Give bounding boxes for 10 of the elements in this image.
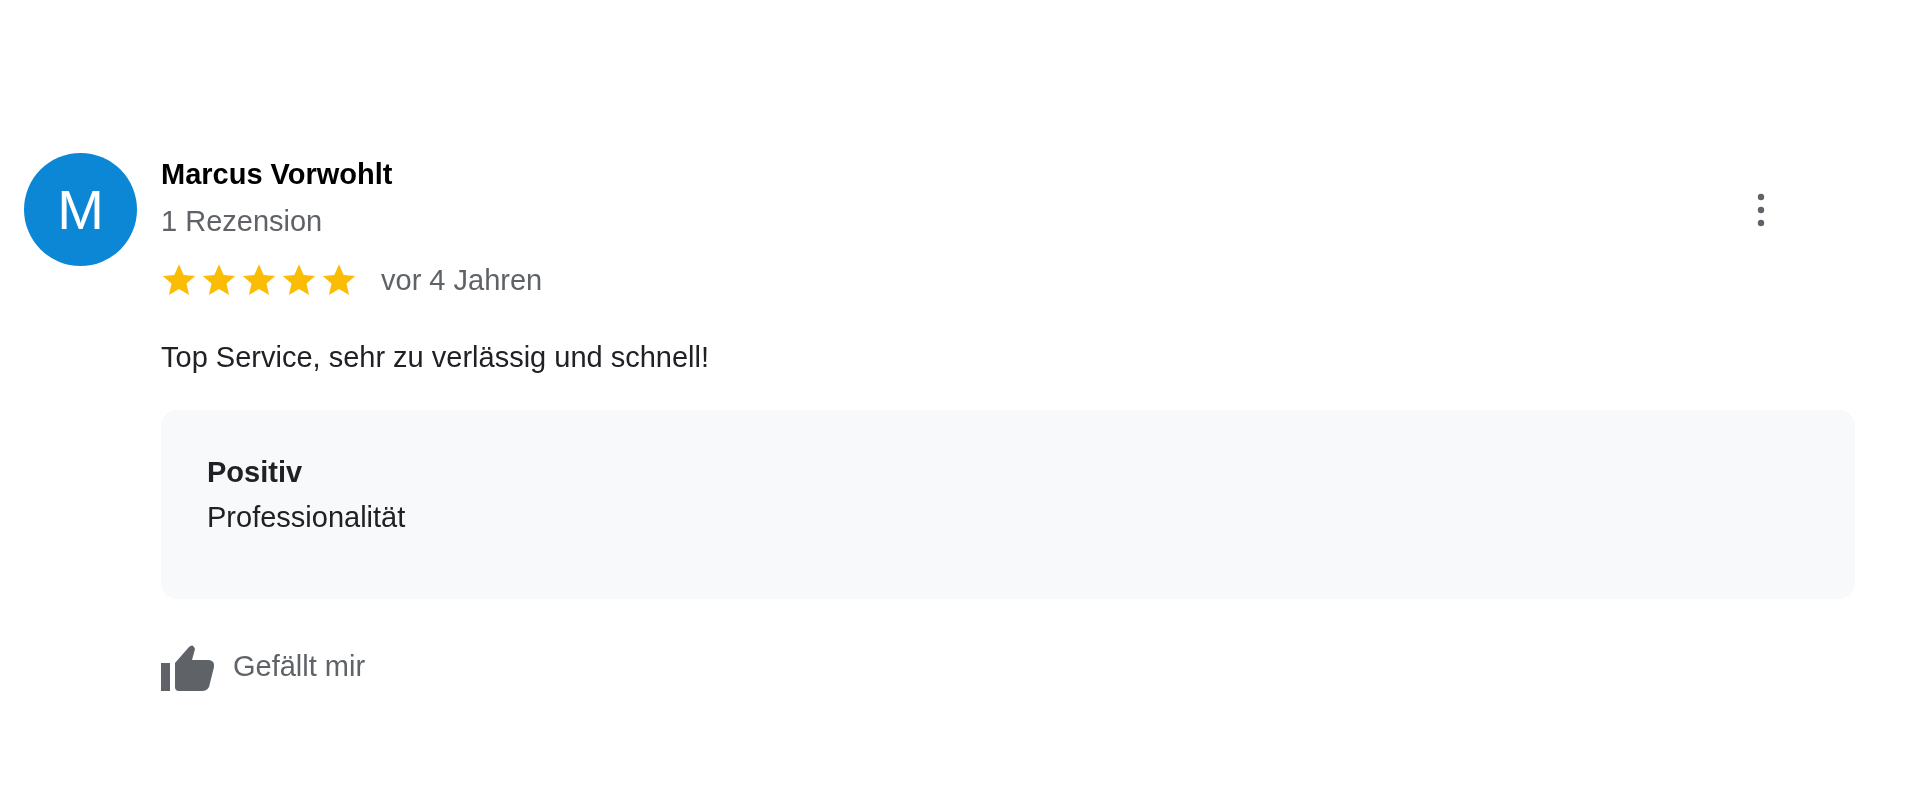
author-name[interactable]: Marcus Vorwohlt	[161, 157, 393, 192]
avatar: M	[24, 153, 137, 266]
review-count: 1 Rezension	[161, 203, 324, 239]
review-date: vor 4 Jahren	[381, 262, 543, 298]
highlights-heading: Positiv	[207, 454, 304, 490]
highlight-item: Professionalität	[207, 500, 407, 536]
like-button[interactable]: Gefällt mir	[161, 642, 366, 691]
thumbs-up-icon	[161, 642, 215, 691]
review-text: Top Service, sehr zu verlässig und schnell!	[161, 340, 711, 376]
more-options-icon[interactable]	[1757, 192, 1765, 227]
